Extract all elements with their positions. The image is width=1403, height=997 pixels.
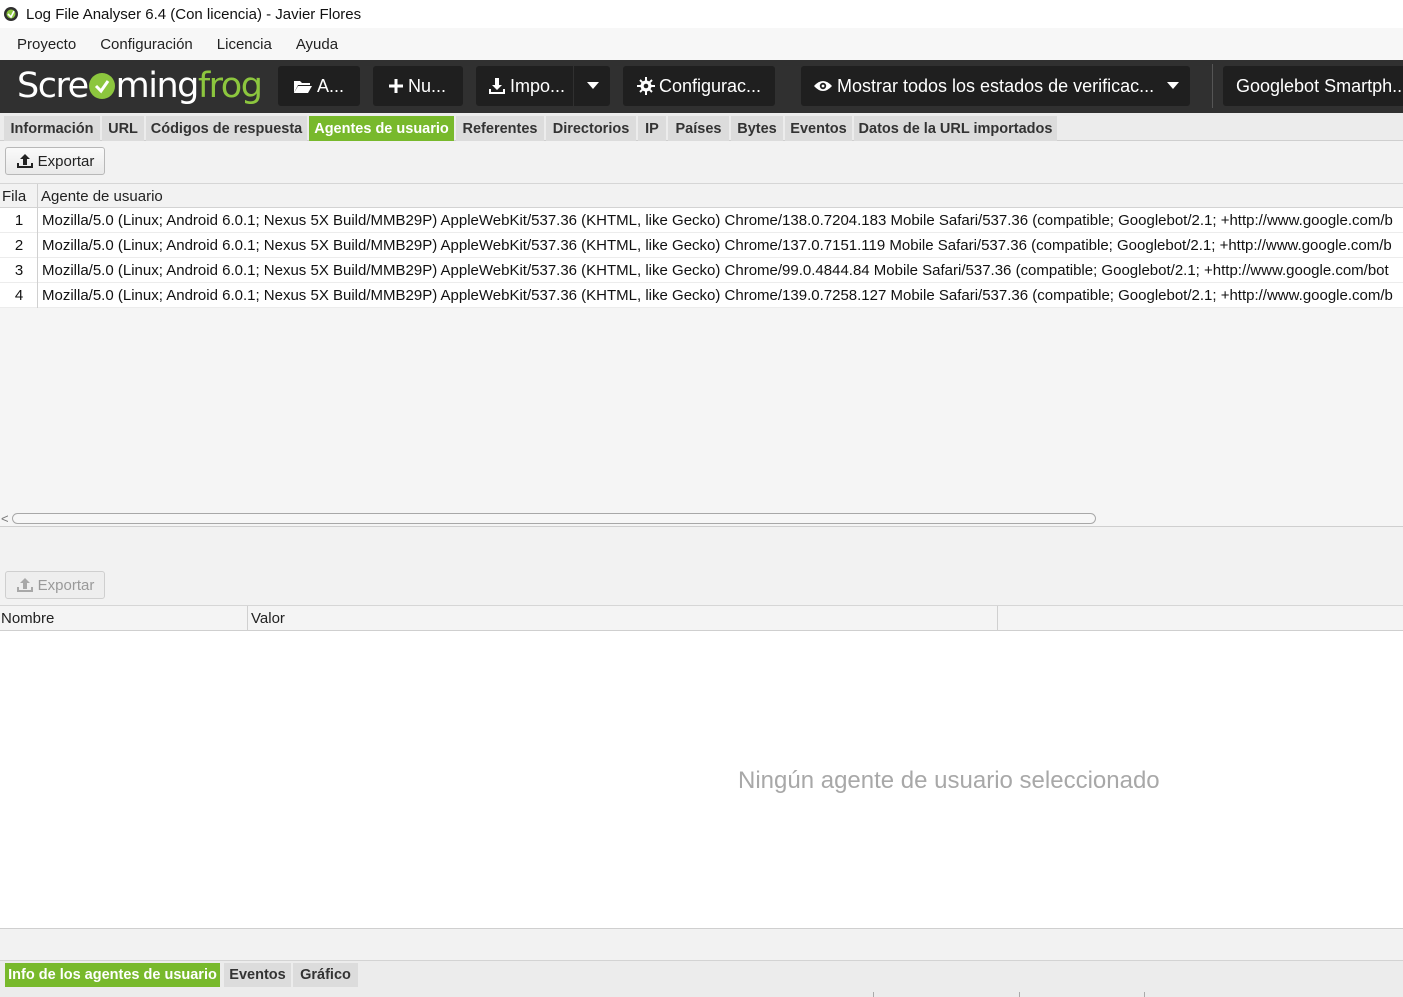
user-agents-table: Fila Agente de usuario 1 Mozilla/5.0 (Li… bbox=[0, 183, 1403, 527]
user-agent-dropdown[interactable]: Googlebot Smartph... bbox=[1223, 66, 1403, 106]
column-header-fila[interactable]: Fila bbox=[2, 188, 26, 205]
row-number: 1 bbox=[14, 212, 24, 229]
download-icon bbox=[488, 77, 506, 95]
user-agent-cell: Mozilla/5.0 (Linux; Android 6.0.1; Nexus… bbox=[42, 237, 1392, 254]
upload-icon bbox=[16, 153, 34, 169]
status-divider bbox=[1019, 992, 1020, 997]
column-header-nombre[interactable]: Nombre bbox=[1, 610, 54, 627]
configuration-button[interactable]: Configurac... bbox=[623, 66, 775, 106]
open-project-label: A... bbox=[317, 75, 345, 96]
toolbar-divider bbox=[1212, 64, 1213, 108]
table-row[interactable]: 2 Mozilla/5.0 (Linux; Android 6.0.1; Nex… bbox=[0, 233, 1403, 258]
logo-text-left: Scre bbox=[17, 66, 89, 106]
import-split-divider bbox=[573, 66, 574, 106]
tab-paises[interactable]: Países bbox=[668, 116, 729, 141]
row-number: 2 bbox=[14, 237, 24, 254]
title-bar: Log File Analyser 6.4 (Con licencia) - J… bbox=[0, 0, 1403, 28]
tab-codigos-respuesta[interactable]: Códigos de respuesta bbox=[146, 116, 307, 141]
chevron-down-icon[interactable] bbox=[587, 82, 599, 89]
tab-url[interactable]: URL bbox=[102, 116, 144, 141]
tab-datos-url-importados[interactable]: Datos de la URL importados bbox=[854, 116, 1057, 141]
table-rows: 1 Mozilla/5.0 (Linux; Android 6.0.1; Nex… bbox=[0, 208, 1403, 308]
tab-grafico[interactable]: Gráfico bbox=[293, 963, 358, 987]
tab-eventos-bottom[interactable]: Eventos bbox=[224, 963, 291, 987]
export-button[interactable]: Exportar bbox=[5, 147, 105, 175]
gear-icon bbox=[637, 77, 655, 95]
status-bar bbox=[0, 987, 1403, 997]
tab-eventos[interactable]: Eventos bbox=[785, 116, 852, 141]
menu-ayuda[interactable]: Ayuda bbox=[284, 36, 350, 53]
column-divider[interactable] bbox=[247, 606, 248, 631]
import-button[interactable]: Impo... bbox=[476, 66, 610, 106]
open-project-button[interactable]: A... bbox=[278, 66, 360, 106]
plus-icon bbox=[388, 78, 404, 94]
horizontal-scrollbar[interactable]: < bbox=[0, 510, 1403, 526]
details-table-body: Ningún agente de usuario seleccionado bbox=[0, 631, 1403, 929]
column-header-valor[interactable]: Valor bbox=[251, 610, 285, 627]
tab-ip[interactable]: IP bbox=[638, 116, 666, 141]
table-row[interactable]: 1 Mozilla/5.0 (Linux; Android 6.0.1; Nex… bbox=[0, 208, 1403, 233]
verification-filter-label: Mostrar todos los estados de verificac..… bbox=[837, 75, 1155, 96]
new-project-label: Nu... bbox=[408, 75, 447, 96]
menu-licencia[interactable]: Licencia bbox=[205, 36, 284, 53]
details-export-button[interactable]: Exportar bbox=[5, 571, 105, 599]
table-header: Fila Agente de usuario bbox=[0, 184, 1403, 208]
user-agent-dropdown-label: Googlebot Smartph... bbox=[1236, 75, 1403, 96]
row-number: 4 bbox=[14, 287, 24, 304]
scrollbar-thumb[interactable] bbox=[12, 513, 1096, 524]
column-divider[interactable] bbox=[37, 184, 38, 208]
tab-informacion[interactable]: Información bbox=[4, 116, 100, 141]
folder-open-icon bbox=[293, 78, 313, 94]
tab-referentes[interactable]: Referentes bbox=[456, 116, 544, 141]
scroll-left-icon[interactable]: < bbox=[1, 511, 9, 526]
table-row[interactable]: 3 Mozilla/5.0 (Linux; Android 6.0.1; Nex… bbox=[0, 258, 1403, 283]
logo-text-mid: ming bbox=[115, 66, 200, 106]
logo-frog-icon bbox=[88, 73, 115, 99]
status-divider bbox=[1144, 992, 1145, 997]
configuration-label: Configurac... bbox=[659, 75, 762, 96]
upload-icon bbox=[16, 577, 34, 593]
tab-agentes-usuario[interactable]: Agentes de usuario bbox=[309, 116, 454, 141]
window-title: Log File Analyser 6.4 (Con licencia) - J… bbox=[26, 5, 362, 23]
tab-bytes[interactable]: Bytes bbox=[731, 116, 783, 141]
menu-proyecto[interactable]: Proyecto bbox=[5, 36, 88, 53]
eye-icon bbox=[813, 79, 833, 93]
column-divider bbox=[37, 208, 38, 308]
status-divider bbox=[873, 992, 874, 997]
tab-directorios[interactable]: Directorios bbox=[546, 116, 636, 141]
row-number: 3 bbox=[14, 262, 24, 279]
frog-app-icon bbox=[2, 5, 20, 23]
screaming-frog-logo: Scre ming frog bbox=[17, 66, 263, 106]
main-tab-strip: Información URL Códigos de respuesta Age… bbox=[0, 113, 1403, 141]
verification-filter-dropdown[interactable]: Mostrar todos los estados de verificac..… bbox=[801, 66, 1190, 106]
user-agent-cell: Mozilla/5.0 (Linux; Android 6.0.1; Nexus… bbox=[42, 212, 1393, 229]
menu-bar: Proyecto Configuración Licencia Ayuda bbox=[0, 28, 1403, 60]
logo-text-right: frog bbox=[197, 66, 263, 106]
chevron-down-icon bbox=[1167, 82, 1179, 89]
export-label: Exportar bbox=[37, 152, 95, 170]
user-agent-cell: Mozilla/5.0 (Linux; Android 6.0.1; Nexus… bbox=[42, 262, 1389, 279]
details-table-header: Nombre Valor bbox=[0, 605, 1403, 631]
tab-info-agentes-usuario[interactable]: Info de los agentes de usuario bbox=[5, 963, 220, 987]
table-row[interactable]: 4 Mozilla/5.0 (Linux; Android 6.0.1; Nex… bbox=[0, 283, 1403, 308]
column-header-agente[interactable]: Agente de usuario bbox=[41, 188, 163, 205]
details-export-label: Exportar bbox=[37, 576, 95, 594]
user-agent-cell: Mozilla/5.0 (Linux; Android 6.0.1; Nexus… bbox=[42, 287, 1393, 304]
empty-state-message: Ningún agente de usuario seleccionado bbox=[738, 767, 1160, 794]
menu-configuracion[interactable]: Configuración bbox=[88, 36, 205, 53]
new-project-button[interactable]: Nu... bbox=[373, 66, 463, 106]
import-label: Impo... bbox=[510, 75, 566, 96]
toolbar: Scre ming frog A... Nu... Impo... Config… bbox=[0, 60, 1403, 113]
column-divider[interactable] bbox=[997, 606, 998, 631]
